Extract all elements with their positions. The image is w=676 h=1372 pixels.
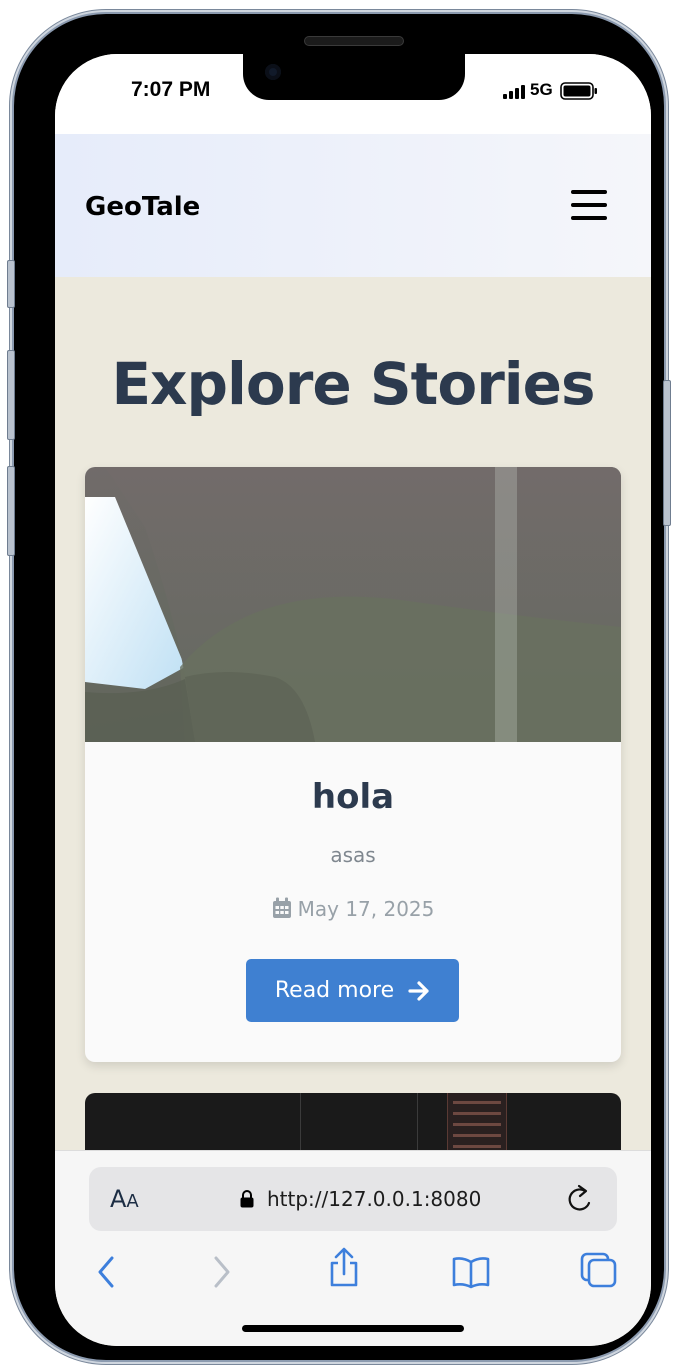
- lock-icon: [240, 1190, 254, 1208]
- notch: [243, 54, 465, 100]
- calendar-icon: [272, 897, 291, 918]
- bookmarks-icon[interactable]: [451, 1255, 491, 1289]
- browser-toolbar: AA http://127.0.0.1:8080: [55, 1150, 651, 1346]
- read-more-button[interactable]: Read more: [246, 959, 459, 1022]
- phone-frame: 7:07 PM 5G GeoTale Explore Stories hola …: [14, 14, 664, 1360]
- front-camera: [265, 64, 281, 80]
- forward-icon[interactable]: [211, 1255, 233, 1289]
- story-excerpt: asas: [330, 843, 376, 867]
- hamburger-menu-icon[interactable]: [571, 190, 607, 226]
- story-cover-image: [85, 467, 621, 742]
- site-header: GeoTale: [55, 134, 651, 277]
- mute-switch: [7, 260, 15, 308]
- page-title: Explore Stories: [111, 350, 595, 418]
- share-icon[interactable]: [327, 1247, 361, 1289]
- story-date-text: May 17, 2025: [297, 897, 435, 921]
- earpiece-speaker: [304, 36, 404, 46]
- home-indicator[interactable]: [242, 1325, 464, 1332]
- reload-icon[interactable]: [566, 1183, 596, 1215]
- brand-logo-text[interactable]: GeoTale: [85, 192, 200, 222]
- phone-screen: 7:07 PM 5G GeoTale Explore Stories hola …: [55, 54, 651, 1346]
- url-text[interactable]: http://127.0.0.1:8080: [267, 1187, 481, 1211]
- network-type: 5G: [530, 80, 553, 99]
- signal-bars-icon: [503, 85, 525, 99]
- volume-up-button: [7, 350, 15, 440]
- back-icon[interactable]: [95, 1255, 117, 1289]
- story-title[interactable]: hola: [85, 777, 621, 817]
- tabs-icon[interactable]: [579, 1251, 619, 1289]
- read-more-label: Read more: [274, 978, 395, 1003]
- story-date: May 17, 2025: [85, 897, 621, 921]
- story-card: hola asas May 17, 2025 Read more: [85, 467, 621, 1062]
- address-bar[interactable]: AA http://127.0.0.1:8080: [89, 1167, 617, 1231]
- cover-photo: [85, 467, 621, 742]
- power-button: [663, 380, 671, 526]
- arrow-right-icon: [408, 980, 429, 1001]
- volume-down-button: [7, 466, 15, 556]
- text-size-button[interactable]: AA: [110, 1185, 139, 1213]
- status-time: 7:07 PM: [131, 78, 211, 101]
- battery-icon: [560, 82, 597, 100]
